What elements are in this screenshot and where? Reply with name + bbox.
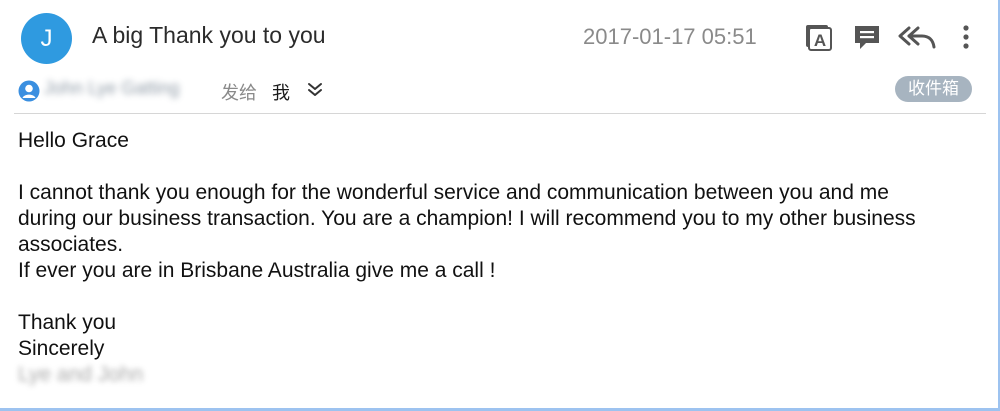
greeting: Hello Grace [18, 129, 129, 152]
folder-badge[interactable]: 收件箱 [895, 76, 972, 102]
closing-sincerely: Sincerely [18, 337, 105, 360]
email-body: Hello Grace I cannot thank you enough fo… [18, 128, 988, 388]
reply-all-icon[interactable] [898, 22, 936, 52]
comment-icon[interactable] [852, 22, 882, 52]
user-icon [18, 80, 40, 102]
sender-name[interactable]: John Lye Gatting [44, 78, 179, 99]
email-view: J A big Thank you to you 2017-01-17 05:5… [0, 0, 1000, 411]
sender-avatar[interactable]: J [21, 13, 72, 64]
sender-row: John Lye Gatting 发给 我 收件箱 [0, 72, 1000, 108]
email-subject: A big Thank you to you [92, 22, 326, 48]
sent-to-label: 发给 [221, 83, 257, 103]
email-header: J A big Thank you to you 2017-01-17 05:5… [0, 0, 1000, 72]
chevron-down-icon[interactable] [305, 81, 325, 99]
svg-text:A: A [814, 31, 826, 50]
body-line: If ever you are in Brisbane Australia gi… [18, 259, 496, 282]
translate-icon[interactable]: A [803, 22, 833, 52]
more-vertical-icon[interactable] [958, 22, 974, 52]
email-date: 2017-01-17 05:51 [583, 24, 757, 49]
signature: Lye and John [18, 362, 988, 388]
body-line: during our business transaction. You are… [18, 207, 916, 230]
recipient-name[interactable]: 我 [272, 79, 290, 105]
body-line: associates. [18, 233, 124, 256]
body-line: I cannot thank you enough for the wonder… [18, 181, 889, 204]
signature-name: Lye and John [18, 363, 144, 386]
closing-thank-you: Thank you [18, 311, 117, 334]
header-divider [14, 113, 986, 114]
